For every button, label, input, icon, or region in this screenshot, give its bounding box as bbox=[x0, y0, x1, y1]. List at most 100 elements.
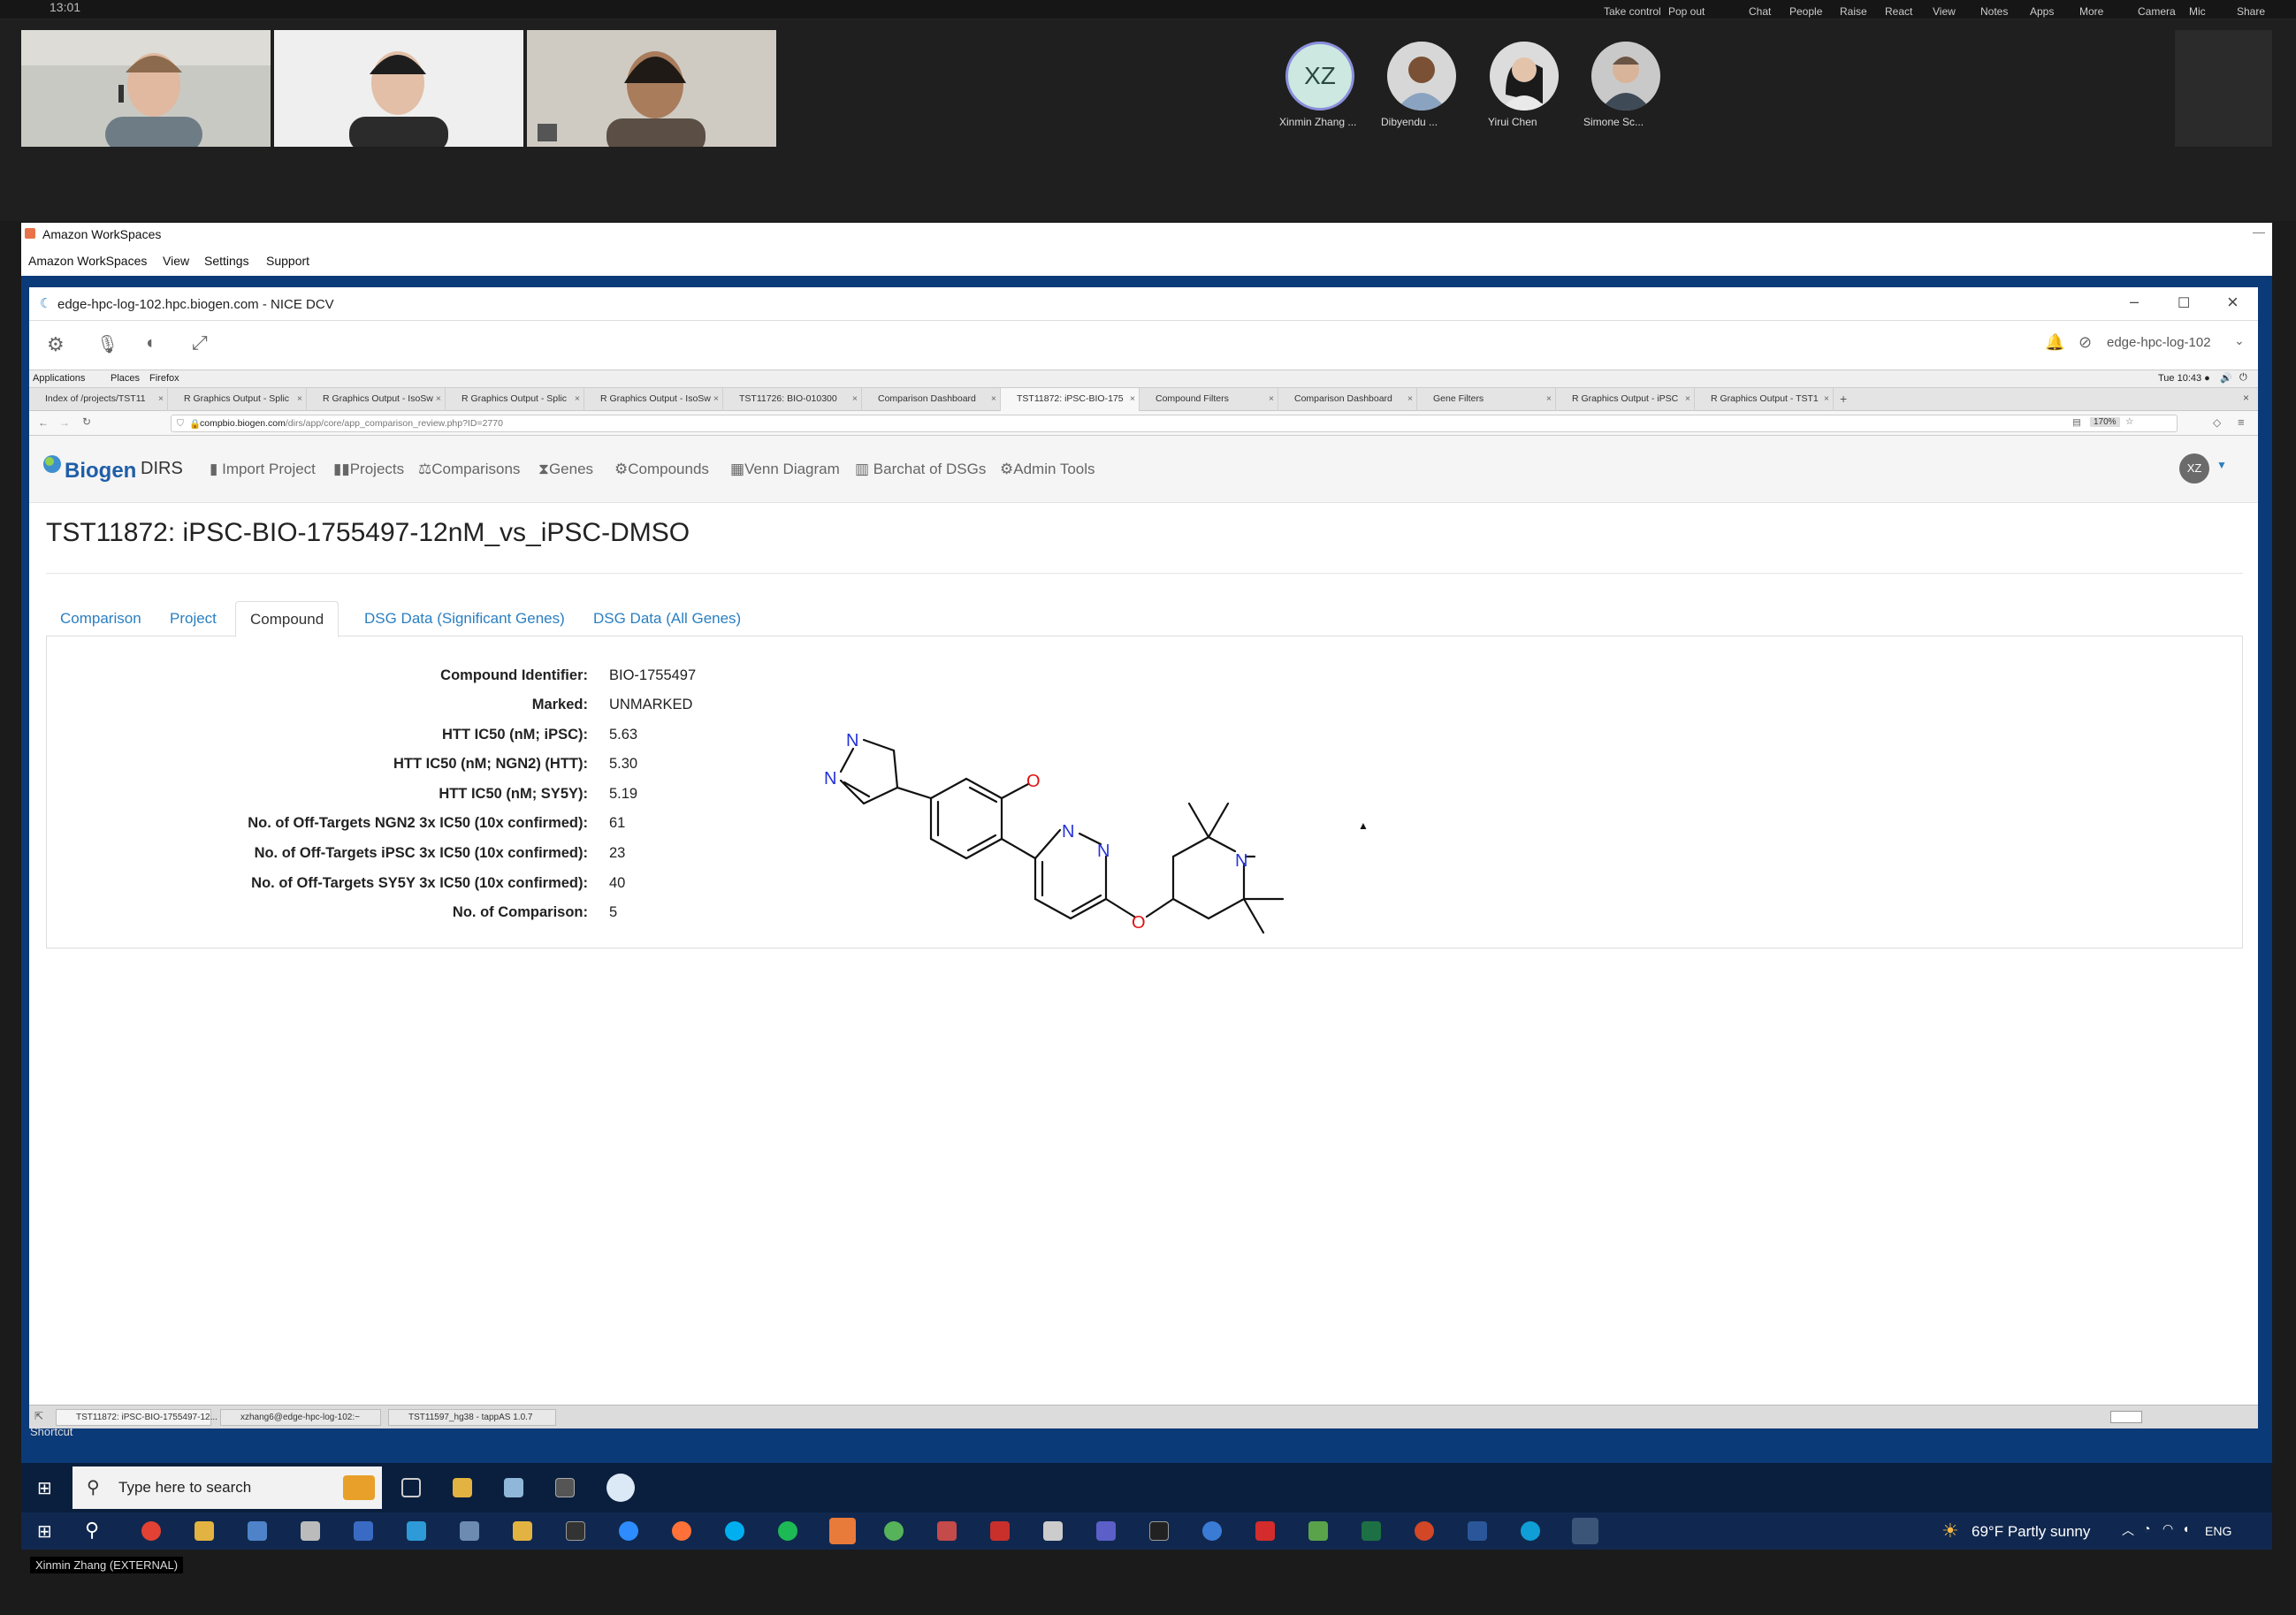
fullscreen-icon[interactable]: ⤢ bbox=[192, 331, 208, 354]
close-icon[interactable]: × bbox=[297, 393, 302, 404]
avatar[interactable]: XZ bbox=[1285, 42, 1354, 110]
browser-tab[interactable]: R Graphics Output - iPSC × bbox=[1556, 388, 1695, 411]
close-icon[interactable]: × bbox=[1685, 393, 1690, 404]
pocket-icon[interactable]: ◇ bbox=[2213, 416, 2221, 429]
avatar[interactable] bbox=[1490, 42, 1559, 110]
browser-tab[interactable]: Comparison Dashboard × bbox=[1278, 388, 1417, 411]
weather-text[interactable]: 69°F Partly sunny bbox=[1972, 1523, 2090, 1541]
teams-control-people[interactable]: People bbox=[1789, 5, 1822, 18]
minimize-icon[interactable]: — bbox=[2253, 225, 2265, 239]
zoom-level[interactable]: 170% bbox=[2090, 417, 2120, 427]
teams-control-camera[interactable]: Camera bbox=[2138, 5, 2176, 18]
minimize-icon[interactable]: – bbox=[2130, 293, 2139, 311]
app-icon[interactable] bbox=[301, 1521, 320, 1541]
chevron-down-icon[interactable]: ⌄ bbox=[2234, 333, 2245, 348]
nav-genes[interactable]: ⧗Genes bbox=[538, 461, 593, 478]
volume-icon[interactable]: 🔊 bbox=[2220, 372, 2232, 384]
teams-icon[interactable] bbox=[1096, 1521, 1116, 1541]
teams-control-chat[interactable]: Chat bbox=[1749, 5, 1771, 18]
app-icon[interactable] bbox=[460, 1521, 479, 1541]
video-tile-participant-2[interactable] bbox=[274, 30, 523, 147]
app-icon[interactable] bbox=[513, 1521, 532, 1541]
url-bar[interactable]: ⛉ 🔒 compbio.biogen.com/dirs/app/core/app… bbox=[171, 415, 2178, 432]
browser-tab-active[interactable]: TST11872: iPSC-BIO-175 × bbox=[1001, 388, 1140, 411]
back-arrow-icon[interactable]: ← bbox=[38, 416, 49, 429]
close-icon[interactable]: × bbox=[852, 393, 858, 404]
app-icon[interactable] bbox=[354, 1521, 373, 1541]
lock-icon[interactable]: ⊘ bbox=[2079, 333, 2092, 352]
gnome-clock[interactable]: Tue 10:43 ● bbox=[2158, 373, 2210, 384]
gnome-places-menu[interactable]: Places bbox=[111, 373, 140, 384]
chevron-up-icon[interactable]: ︿ bbox=[2122, 1521, 2134, 1539]
file-explorer-icon[interactable] bbox=[453, 1478, 472, 1497]
teams-control-more[interactable]: More bbox=[2079, 5, 2103, 18]
file-explorer-icon[interactable] bbox=[195, 1521, 214, 1541]
wifi-icon[interactable]: ◠ bbox=[2163, 1521, 2173, 1536]
app-icon[interactable] bbox=[1043, 1521, 1063, 1541]
user-avatar[interactable]: XZ bbox=[2179, 453, 2209, 484]
zoom-icon[interactable] bbox=[619, 1521, 638, 1541]
skype-icon[interactable] bbox=[725, 1521, 744, 1541]
terminal-icon[interactable] bbox=[566, 1521, 585, 1541]
close-icon[interactable]: × bbox=[2227, 291, 2239, 314]
network-icon[interactable]: ◔ bbox=[2143, 1521, 2150, 1535]
reader-view-icon[interactable]: ▤ bbox=[2072, 417, 2081, 428]
app-icon[interactable] bbox=[937, 1521, 957, 1541]
browser-tab[interactable]: R Graphics Output - Splic × bbox=[168, 388, 307, 411]
browser-tab[interactable]: Comparison Dashboard × bbox=[862, 388, 1001, 411]
close-icon[interactable]: × bbox=[1824, 393, 1829, 404]
nav-admin-tools[interactable]: ⚙Admin Tools bbox=[1000, 461, 1095, 478]
avatar[interactable] bbox=[1591, 42, 1660, 110]
close-icon[interactable]: × bbox=[436, 393, 441, 404]
close-icon[interactable]: × bbox=[1269, 393, 1274, 404]
app-icon[interactable] bbox=[829, 1518, 856, 1544]
edge-icon[interactable] bbox=[1521, 1521, 1540, 1541]
tab-project[interactable]: Project bbox=[156, 601, 231, 637]
brand-name[interactable]: Biogen bbox=[65, 459, 136, 484]
powerpoint-icon[interactable] bbox=[1415, 1521, 1434, 1541]
maximize-icon[interactable]: ☐ bbox=[2178, 294, 2190, 312]
browser-tab[interactable]: R Graphics Output - IsoSw × bbox=[307, 388, 446, 411]
tab-dsg-significant[interactable]: DSG Data (Significant Genes) bbox=[350, 601, 579, 637]
nav-comparisons[interactable]: ⚖Comparisons bbox=[418, 461, 520, 478]
video-tile-participant-3[interactable] bbox=[527, 30, 776, 147]
forward-arrow-icon[interactable]: → bbox=[59, 416, 70, 429]
tab-comparison[interactable]: Comparison bbox=[46, 601, 156, 637]
reload-icon[interactable]: ↻ bbox=[82, 415, 91, 428]
task-view-icon[interactable] bbox=[401, 1478, 421, 1497]
close-icon[interactable]: × bbox=[575, 393, 580, 404]
teams-control-share[interactable]: Share bbox=[2237, 5, 2265, 18]
filezilla-icon[interactable] bbox=[990, 1521, 1010, 1541]
teams-control-raise[interactable]: Raise bbox=[1840, 5, 1867, 18]
search-icon[interactable]: ⚲ bbox=[85, 1519, 99, 1542]
video-tile-participant-1[interactable] bbox=[21, 30, 271, 147]
app-icon[interactable] bbox=[407, 1521, 426, 1541]
task-terminal[interactable]: xzhang6@edge-hpc-log-102:~ bbox=[220, 1409, 381, 1426]
browser-tab[interactable]: Compound Filters × bbox=[1140, 388, 1278, 411]
browser-tab[interactable]: R Graphics Output - TST1 × bbox=[1695, 388, 1834, 411]
firefox-icon[interactable] bbox=[672, 1521, 691, 1541]
avatar[interactable] bbox=[1387, 42, 1456, 110]
language-indicator[interactable]: ENG bbox=[2205, 1524, 2231, 1538]
caret-down-icon[interactable]: ▼ bbox=[2216, 459, 2227, 471]
tab-compound[interactable]: Compound bbox=[235, 601, 339, 637]
browser-tab[interactable]: Index of /projects/TST11 × bbox=[29, 388, 168, 411]
teams-control-mic[interactable]: Mic bbox=[2189, 5, 2206, 18]
menu-settings[interactable]: Settings bbox=[204, 254, 249, 268]
task-tappas[interactable]: TST11597_hg38 - tappAS 1.0.7 bbox=[388, 1409, 556, 1426]
app-icon[interactable] bbox=[1202, 1521, 1222, 1541]
windows-start-icon[interactable]: ⊞ bbox=[37, 1520, 52, 1543]
self-view-tile[interactable] bbox=[2175, 30, 2272, 147]
app-icon[interactable] bbox=[884, 1521, 904, 1541]
hamburger-menu-icon[interactable]: ≡ bbox=[2238, 415, 2245, 429]
teams-control-view[interactable]: View bbox=[1933, 5, 1956, 18]
desktop-shortcut-label[interactable]: Shortcut bbox=[30, 1425, 72, 1438]
browser-tab[interactable]: R Graphics Output - Splic × bbox=[446, 388, 584, 411]
close-icon[interactable]: × bbox=[991, 393, 996, 404]
close-window-icon[interactable]: × bbox=[2243, 392, 2249, 404]
search-box[interactable]: ⚲ Type here to search bbox=[72, 1466, 382, 1509]
show-desktop-icon[interactable]: ⇱ bbox=[34, 1410, 43, 1422]
app-icon[interactable] bbox=[248, 1521, 267, 1541]
teams-control-notes[interactable]: Notes bbox=[1980, 5, 2008, 18]
browser-tab[interactable]: Gene Filters × bbox=[1417, 388, 1556, 411]
